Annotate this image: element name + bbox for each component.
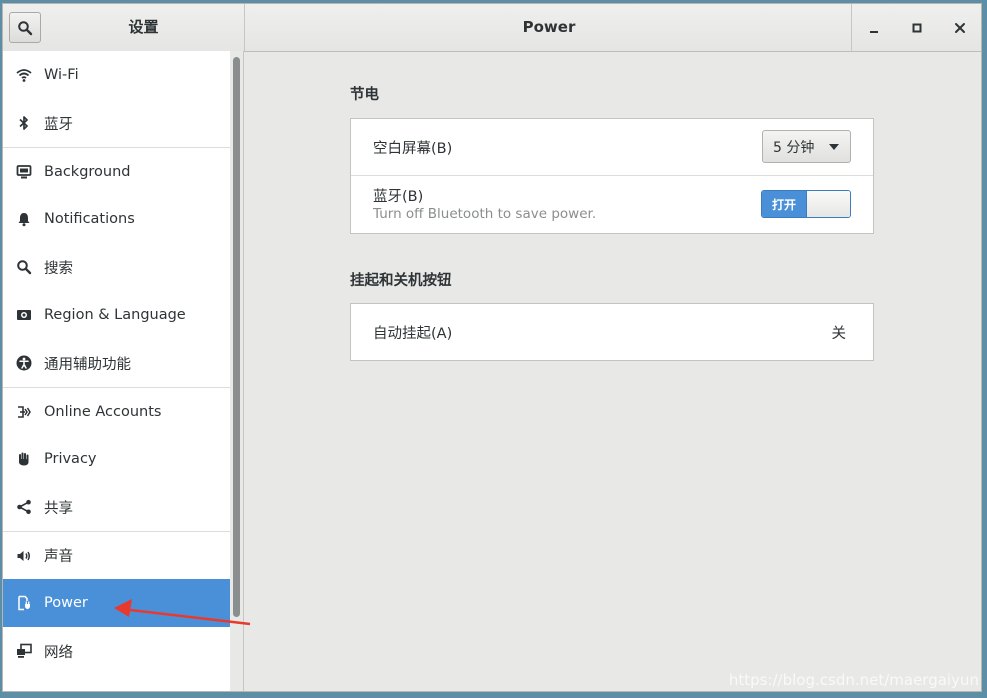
- hand-icon: [14, 449, 34, 469]
- sidebar-item-label: 搜索: [44, 260, 73, 277]
- header-bar: 设置 Power: [3, 4, 981, 52]
- bluetooth-label: 蓝牙(B): [373, 189, 424, 205]
- sidebar-item-label: Background: [44, 163, 131, 180]
- sidebar-item-label: 共享: [44, 500, 73, 517]
- sidebar-item-notifications[interactable]: Notifications: [3, 195, 230, 243]
- watermark: https://blog.csdn.net/maergaiyun: [728, 671, 979, 689]
- power-saving-frame: 空白屏幕(B) 5 分钟 蓝牙(B) Turn off Bluetooth to…: [350, 118, 874, 234]
- close-button[interactable]: [946, 14, 974, 42]
- share-icon: [14, 497, 34, 517]
- sidebar-item-label: Wi-Fi: [44, 67, 79, 83]
- auto-suspend-value: 关: [831, 326, 847, 342]
- search-icon: [14, 257, 34, 277]
- switch-knob[interactable]: [806, 191, 850, 217]
- power-saving-title: 节电: [350, 87, 379, 103]
- sidebar-item-sound[interactable]: 声音: [3, 531, 230, 579]
- bluetooth-switch[interactable]: 打开: [761, 190, 851, 218]
- sidebar-item-wifi[interactable]: Wi-Fi: [3, 51, 230, 99]
- bluetooth-icon: [14, 113, 34, 133]
- minimize-button[interactable]: [860, 14, 888, 42]
- sidebar-header: 设置: [3, 4, 245, 51]
- maximize-button[interactable]: [903, 14, 931, 42]
- online-accounts-icon: [14, 402, 34, 422]
- suspend-frame[interactable]: 自动挂起(A) 关: [350, 303, 874, 361]
- switch-on-label: 打开: [762, 191, 806, 217]
- maximize-icon: [912, 23, 921, 32]
- sidebar-item-accessibility[interactable]: 通用辅助功能: [3, 339, 230, 387]
- sidebar-item-label: Privacy: [44, 451, 97, 467]
- sidebar-item-network[interactable]: 网络: [3, 627, 230, 675]
- sidebar-item-label: 网络: [44, 644, 73, 661]
- minimize-icon: [869, 30, 878, 33]
- background-icon: [14, 162, 34, 182]
- sidebar-item-background[interactable]: Background: [3, 147, 230, 195]
- settings-window: 设置 Power Wi-Fi 蓝牙 Background Notificatio…: [2, 3, 982, 692]
- sidebar-item-sharing[interactable]: 共享: [3, 483, 230, 531]
- sidebar-item-label: 声音: [44, 549, 73, 565]
- network-icon: [14, 641, 34, 661]
- sidebar-item-privacy[interactable]: Privacy: [3, 435, 230, 483]
- accessibility-icon: [14, 353, 34, 373]
- bluetooth-sublabel: Turn off Bluetooth to save power.: [373, 206, 597, 222]
- region-icon: [14, 305, 34, 325]
- auto-suspend-label: 自动挂起(A): [373, 326, 453, 342]
- suspend-title: 挂起和关机按钮: [350, 273, 452, 289]
- sidebar-title: 设置: [128, 18, 159, 36]
- sidebar-item-label: 通用辅助功能: [44, 356, 131, 373]
- chevron-down-icon: [829, 144, 839, 150]
- sidebar-item-label: Notifications: [44, 211, 135, 227]
- blank-screen-dropdown[interactable]: 5 分钟: [762, 130, 851, 163]
- sidebar-item-search[interactable]: 搜索: [3, 243, 230, 291]
- close-icon: [954, 22, 965, 33]
- power-plug-icon: [14, 593, 34, 613]
- window-controls: [851, 4, 981, 51]
- speaker-icon: [14, 546, 34, 566]
- sidebar-item-online-accounts[interactable]: Online Accounts: [3, 387, 230, 435]
- sidebar-item-label: 蓝牙: [44, 116, 73, 133]
- sidebar-item-region-language[interactable]: Region & Language: [3, 291, 230, 339]
- annotation-arrow-icon: [114, 599, 251, 626]
- search-icon: [18, 20, 33, 35]
- sidebar-item-label: Power: [44, 595, 88, 611]
- row-divider: [351, 175, 873, 176]
- search-button[interactable]: [9, 12, 41, 43]
- wifi-icon: [14, 65, 34, 85]
- page-title: Power: [522, 18, 576, 36]
- sidebar-item-label: Online Accounts: [44, 403, 162, 420]
- bell-icon: [14, 209, 34, 229]
- sidebar-item-bluetooth[interactable]: 蓝牙: [3, 99, 230, 147]
- blank-screen-value: 5 分钟: [773, 139, 815, 156]
- sidebar-scrollbar-thumb[interactable]: [233, 57, 240, 617]
- blank-screen-label: 空白屏幕(B): [373, 141, 453, 157]
- sidebar-item-label: Region & Language: [44, 307, 186, 323]
